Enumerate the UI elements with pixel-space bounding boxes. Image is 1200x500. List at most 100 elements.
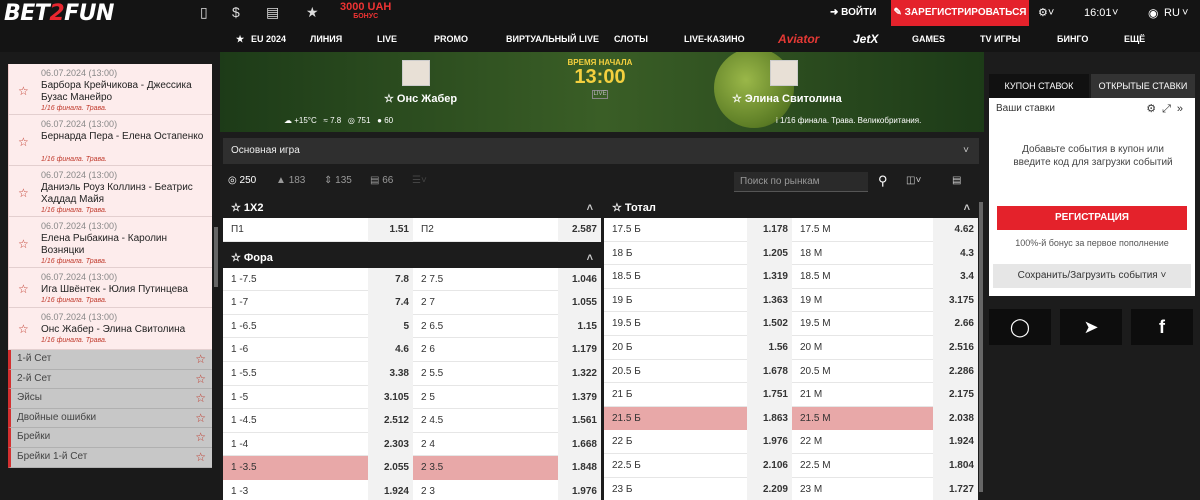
nav-item-bingo[interactable]: БИНГО [1057, 26, 1088, 52]
odds-value[interactable]: 2.106 [747, 453, 792, 478]
odds-value[interactable]: 1.322 [558, 361, 601, 386]
filter-updown[interactable]: ⇕ 135 [324, 166, 352, 196]
odds-value[interactable]: 2.66 [933, 312, 978, 336]
odds-value[interactable]: 1.848 [558, 456, 601, 480]
odds-value[interactable]: 1.363 [747, 288, 792, 313]
odds-value[interactable]: 1.668 [558, 432, 601, 457]
market-item-aces[interactable]: Эйсы ☆ [8, 389, 212, 409]
filter-hot[interactable]: ▲ 183 [276, 166, 305, 196]
odds-value[interactable]: 7.4 [368, 291, 413, 315]
gear-icon[interactable]: ⚙ [1146, 103, 1162, 115]
nav-item-live[interactable]: LIVE [377, 26, 397, 52]
event-item[interactable]: ☆ 06.07.2024 (13:00) Бернарда Пера - Елена… [8, 115, 212, 166]
nav-item-jetx[interactable]: JetX [853, 26, 878, 52]
chevron-up-icon[interactable]: ˄ [964, 198, 970, 218]
star-icon[interactable]: ☆ [195, 430, 206, 444]
nav-item-more[interactable]: ЕЩЁ [1124, 26, 1145, 52]
market-header-total[interactable]: ☆ Тотал ˄ [604, 198, 978, 218]
sidebar-scrollbar[interactable] [214, 227, 218, 287]
star-icon[interactable]: ☆ [195, 391, 206, 405]
odds-value[interactable]: 1.863 [747, 406, 792, 431]
odds-value[interactable]: 2.209 [747, 477, 792, 500]
odds-value[interactable]: 1.15 [558, 314, 601, 339]
odds-value[interactable]: 2.303 [368, 432, 413, 457]
star-icon[interactable]: ☆ [18, 237, 29, 251]
event-item[interactable]: ☆ 06.07.2024 (13:00) Онс Жабер - Элина Сви… [8, 308, 212, 350]
odds-value[interactable]: 1.804 [933, 453, 978, 478]
star-icon[interactable]: ☆ [18, 135, 29, 149]
star-icon[interactable]: ☆ [195, 352, 206, 366]
odds-value[interactable]: 3.38 [368, 361, 413, 386]
star-icon[interactable]: ☆ [231, 252, 244, 264]
market-item-set1[interactable]: 1-й Сет ☆ [8, 350, 212, 370]
filter-all[interactable]: ◎ 250 [228, 166, 256, 196]
chevron-up-icon[interactable]: ˄ [587, 248, 593, 268]
collapse-icon[interactable]: ▤ [952, 166, 961, 196]
odds-value[interactable]: 2.587 [558, 218, 601, 242]
bonus-promo[interactable]: 3000 UAH БОНУС [340, 1, 391, 21]
star-icon[interactable]: ☆ [384, 93, 397, 105]
dollar-icon[interactable]: $ [232, 4, 240, 20]
star-icon[interactable]: ☆ [18, 282, 29, 296]
odds-value[interactable]: 4.62 [933, 218, 978, 242]
event-item[interactable]: ☆ 06.07.2024 (13:00) Ига Швёнтек - Юлия Пу… [8, 268, 212, 308]
odds-value[interactable]: 1.179 [558, 338, 601, 362]
star-icon[interactable]: ☆ [18, 186, 29, 200]
odds-value[interactable]: 1.319 [747, 265, 792, 289]
facebook-icon[interactable]: f [1131, 309, 1193, 345]
star-icon[interactable]: ☆ [732, 93, 745, 105]
filter-stats[interactable]: ▤ 66 [370, 166, 393, 196]
odds-value[interactable]: 1.751 [747, 383, 792, 407]
collapse-right-icon[interactable]: » [1177, 103, 1189, 115]
login-button[interactable]: ➜ ВОЙТИ [830, 0, 876, 26]
market-item-set2[interactable]: 2-й Сет ☆ [8, 369, 212, 390]
nav-item-line[interactable]: ЛИНИЯ [310, 26, 342, 52]
star-icon[interactable]: ☆ [18, 84, 29, 98]
odds-value[interactable]: 1.924 [368, 479, 413, 500]
star-icon[interactable]: ☆ [231, 202, 244, 214]
odds-value[interactable]: 1.379 [558, 385, 601, 410]
nav-item-games[interactable]: GAMES [912, 26, 945, 52]
market-item-breaks[interactable]: Брейки ☆ [8, 428, 212, 448]
odds-value[interactable]: 1.924 [933, 430, 978, 454]
odds-value[interactable]: 3.4 [933, 265, 978, 289]
odds-value[interactable]: 3.105 [368, 385, 413, 410]
odds-value[interactable]: 1.56 [747, 335, 792, 360]
market-group-select[interactable]: Основная игра ˅ [223, 138, 979, 164]
star-icon[interactable]: ☆ [18, 322, 29, 336]
coupon-register-button[interactable]: РЕГИСТРАЦИЯ [997, 206, 1187, 230]
tab-coupon[interactable]: КУПОН СТАВОК [989, 74, 1089, 98]
odds-value[interactable]: 1.502 [747, 312, 792, 336]
player1-name[interactable]: ☆ Онс Жабер [384, 92, 457, 105]
nav-item-virtual-live[interactable]: ВИРТУАЛЬНЫЙ LIVE [506, 26, 599, 52]
odds-value[interactable]: 4.6 [368, 338, 413, 362]
nav-item-slots[interactable]: СЛОТЫ [614, 26, 648, 52]
search-icon[interactable]: ⚲ [878, 166, 888, 196]
expand-icon[interactable]: ⤢ [1162, 103, 1177, 115]
player2-name[interactable]: ☆ Элина Свитолина [732, 92, 842, 105]
settings-icon[interactable]: ⚙˅ [1038, 0, 1054, 26]
tab-open-bets[interactable]: ОТКРЫТЫЕ СТАВКИ [1091, 74, 1195, 98]
star-icon[interactable]: ☆ [612, 202, 625, 214]
list-icon[interactable]: ☰˅ [412, 166, 427, 196]
star-icon[interactable]: ☆ [195, 450, 206, 464]
logo[interactable]: BET2FUN [4, 3, 114, 25]
event-item[interactable]: ☆ 06.07.2024 (13:00) Елена Рыбакина - Каро… [8, 217, 212, 268]
nav-item-tv-games[interactable]: TV ИГРЫ [980, 26, 1020, 52]
odds-value[interactable]: 7.8 [368, 267, 413, 292]
odds-value[interactable]: 3.175 [933, 288, 978, 313]
main-scrollbar[interactable] [979, 202, 983, 492]
event-item[interactable]: ☆ 06.07.2024 (13:00) Даниэль Роуз Коллинз … [8, 166, 212, 217]
odds-value[interactable]: 2.516 [933, 335, 978, 360]
market-item-breaks-set1[interactable]: Брейки 1-й Сет ☆ [8, 447, 212, 468]
odds-value[interactable]: 2.055 [368, 456, 413, 480]
nav-item-aviator[interactable]: Aviator [778, 26, 819, 52]
instagram-icon[interactable]: ◯ [989, 309, 1051, 345]
odds-value[interactable]: 4.3 [933, 241, 978, 266]
event-item[interactable]: ☆ 06.07.2024 (13:00) Барбора Крейчикова - … [8, 64, 212, 115]
market-search-input[interactable]: Поиск по рынкам [734, 172, 868, 192]
odds-value[interactable]: 2.512 [368, 409, 413, 433]
odds-value[interactable]: 5 [368, 314, 413, 339]
odds-value[interactable]: 1.51 [368, 218, 413, 242]
trophy-icon[interactable]: ★ [306, 4, 319, 20]
